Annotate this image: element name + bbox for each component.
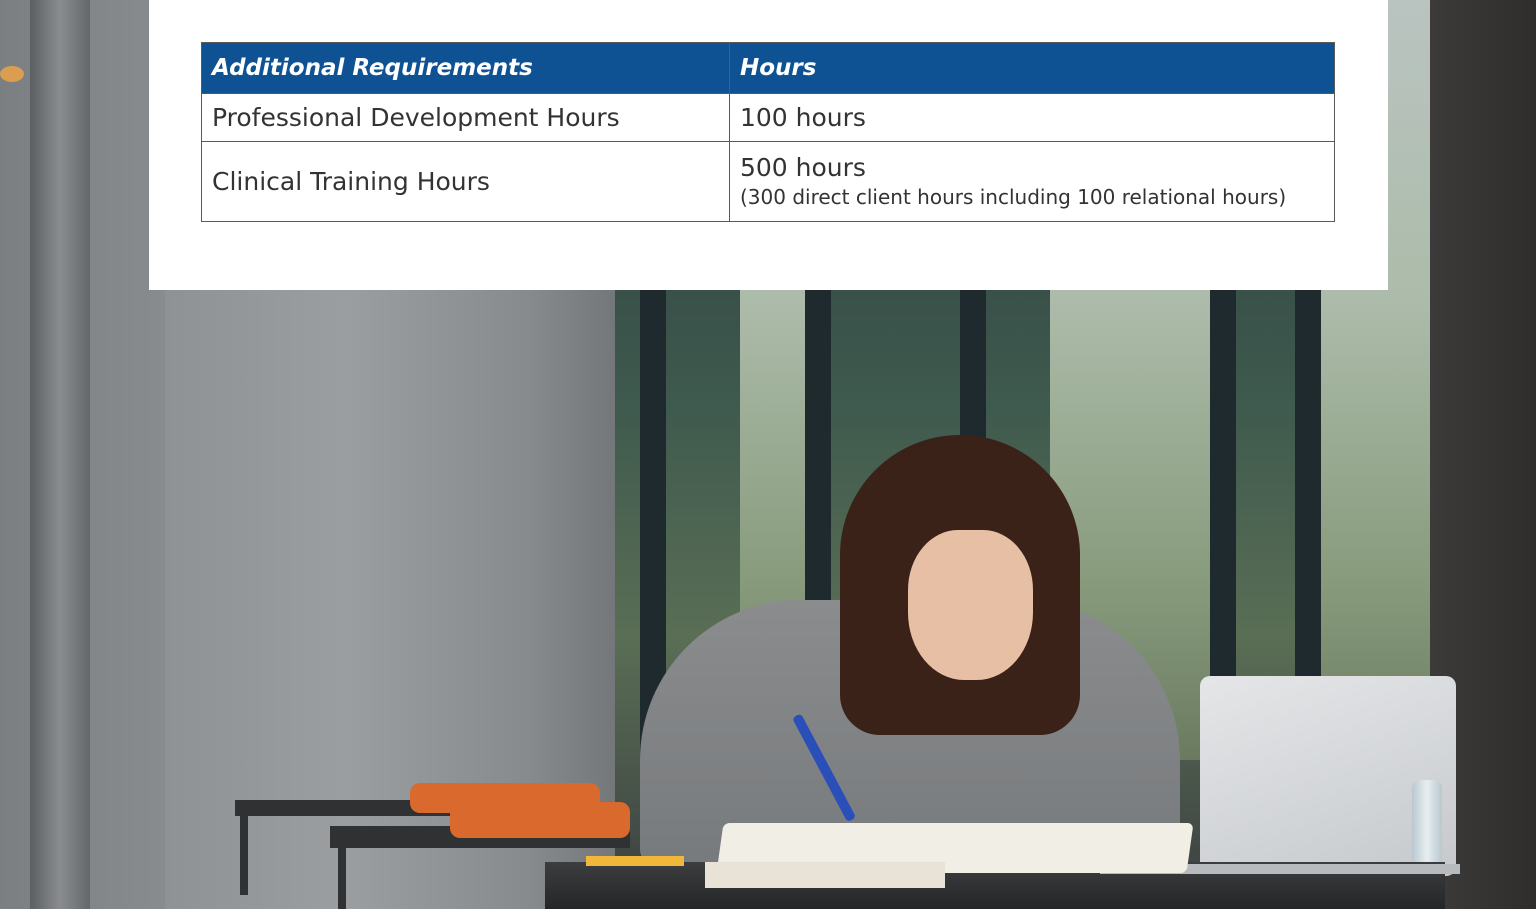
requirement-cell: Clinical Training Hours [201,141,730,222]
book-pages [705,862,945,888]
student-face [908,530,1033,680]
page: Additional Requirements Hours Profession… [0,0,1536,909]
header-hours: Hours [729,42,1335,94]
table-leg [240,815,248,895]
hours-cell: 500 hours (300 direct client hours inclu… [729,141,1335,222]
hours-note: (300 direct client hours including 100 r… [740,184,1287,209]
table-header-row: Additional Requirements Hours [201,42,1335,94]
table-leg [338,846,346,909]
ceiling-light [0,66,24,82]
concrete-pillar [30,0,90,909]
water-bottle [1412,780,1442,868]
requirements-table: Additional Requirements Hours Profession… [201,42,1335,222]
hours-value: 500 hours [740,152,866,182]
requirements-card: Additional Requirements Hours Profession… [149,0,1388,290]
header-requirements: Additional Requirements [201,42,730,94]
orange-chair [450,802,630,838]
table-row: Clinical Training Hours 500 hours (300 d… [201,141,1335,222]
yellow-notebook [586,856,684,866]
hours-cell: 100 hours [729,93,1335,142]
table-row: Professional Development Hours 100 hours [201,93,1335,142]
requirement-cell: Professional Development Hours [201,93,730,142]
